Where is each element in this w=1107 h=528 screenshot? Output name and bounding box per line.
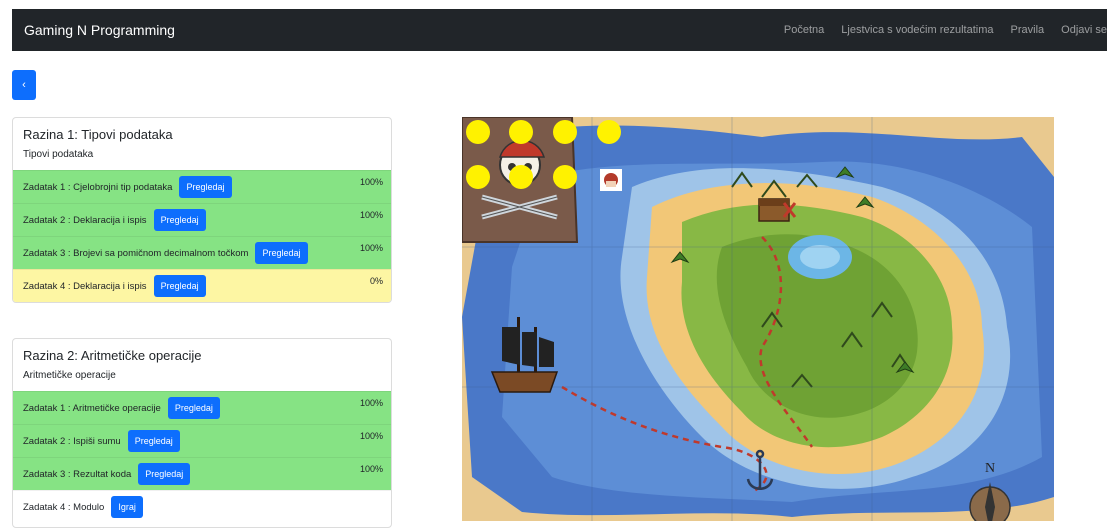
level-subtitle: Tipovi podataka	[23, 149, 94, 160]
review-button[interactable]: Pregledaj	[255, 242, 308, 264]
svg-text:N: N	[985, 461, 995, 476]
nav-link-leaderboard[interactable]: Ljestvica s vodećim rezultatima	[841, 24, 993, 36]
task-percent: 100%	[359, 398, 383, 408]
task-row: Zadatak 4 : Modulo Igraj	[13, 490, 391, 523]
level-title: Razina 1: Tipovi podataka	[23, 127, 173, 142]
level-subtitle: Aritmetičke operacije	[23, 370, 116, 381]
task-label: Zadatak 2 : Deklaracija i ispis	[23, 214, 147, 226]
navbar-brand[interactable]: Gaming N Programming	[24, 22, 175, 38]
task-row: Zadatak 3 : Brojevi sa pomičnom decimaln…	[13, 236, 391, 269]
task-row: Zadatak 4 : Deklaracija i ispis Pregleda…	[13, 269, 391, 302]
player-avatar-icon	[600, 169, 622, 191]
task-row: Zadatak 1 : Cjelobrojni tip podataka Pre…	[13, 170, 391, 203]
review-button[interactable]: Pregledaj	[153, 275, 206, 297]
task-row: Zadatak 2 : Ispiši sumu Pregledaj 100%	[13, 424, 391, 457]
task-label: Zadatak 3 : Rezultat koda	[23, 468, 132, 480]
review-button[interactable]: Pregledaj	[179, 176, 232, 198]
task-label: Zadatak 4 : Deklaracija i ispis	[23, 280, 147, 292]
task-percent: 100%	[359, 210, 383, 220]
navbar-links: Početna Ljestvica s vodećim rezultatima …	[767, 9, 1107, 51]
treasure-chest-icon	[758, 198, 797, 222]
review-button[interactable]: Pregledaj	[127, 430, 180, 452]
task-row: Zadatak 1 : Aritmetičke operacije Pregle…	[13, 391, 391, 424]
nav-link-logout[interactable]: Odjavi se	[1061, 24, 1107, 36]
nav-link-home[interactable]: Početna	[784, 24, 824, 36]
task-label: Zadatak 3 : Brojevi sa pomičnom decimaln…	[23, 247, 249, 259]
play-button[interactable]: Igraj	[111, 496, 143, 518]
task-row: Zadatak 2 : Deklaracija i ispis Pregleda…	[13, 203, 391, 236]
nav-link-rules[interactable]: Pravila	[1011, 24, 1045, 36]
task-label: Zadatak 1 : Aritmetičke operacije	[23, 402, 161, 414]
task-row: Zadatak 3 : Rezultat koda Pregledaj 100%	[13, 457, 391, 490]
level-marker[interactable]	[597, 120, 621, 144]
back-button[interactable]: ‹	[12, 70, 36, 100]
task-label: Zadatak 1 : Cjelobrojni tip podataka	[23, 181, 173, 193]
task-percent: 100%	[359, 177, 383, 187]
task-label: Zadatak 2 : Ispiši sumu	[23, 435, 121, 447]
review-button[interactable]: Pregledaj	[153, 209, 206, 231]
task-label: Zadatak 4 : Modulo	[23, 501, 105, 513]
treasure-map-illustration: N	[462, 117, 1054, 521]
level-marker[interactable]	[553, 165, 577, 189]
level-card-header: Razina 2: Aritmetičke operacije Aritmeti…	[13, 339, 391, 391]
level-marker[interactable]	[509, 120, 533, 144]
task-percent: 100%	[359, 431, 383, 441]
review-button[interactable]: Pregledaj	[138, 463, 191, 485]
level-marker[interactable]	[553, 120, 577, 144]
treasure-map: N	[462, 117, 1054, 521]
task-percent: 100%	[359, 464, 383, 474]
task-percent: 100%	[359, 243, 383, 253]
review-button[interactable]: Pregledaj	[167, 397, 220, 419]
level-marker[interactable]	[509, 165, 533, 189]
navbar: Gaming N Programming Početna Ljestvica s…	[12, 9, 1107, 51]
level-card-2: Razina 2: Aritmetičke operacije Aritmeti…	[12, 338, 392, 528]
level-marker[interactable]	[466, 120, 490, 144]
level-title: Razina 2: Aritmetičke operacije	[23, 348, 202, 363]
level-card-header: Razina 1: Tipovi podataka Tipovi podatak…	[13, 118, 391, 170]
level-marker[interactable]	[466, 165, 490, 189]
level-card-1: Razina 1: Tipovi podataka Tipovi podatak…	[12, 117, 392, 303]
task-percent: 0%	[369, 276, 383, 286]
